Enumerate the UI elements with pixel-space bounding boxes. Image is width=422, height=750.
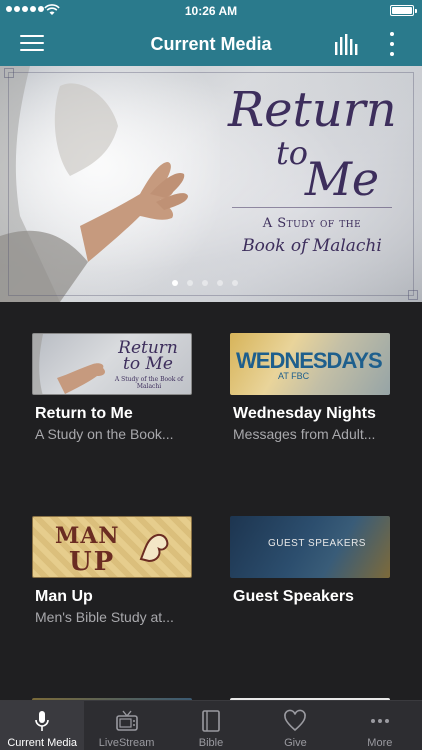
tab-label: Give xyxy=(284,737,307,749)
banner-title-line3: Me xyxy=(304,152,380,206)
nav-bar: Current Media xyxy=(0,22,422,66)
tab-give[interactable]: Give xyxy=(253,701,337,750)
thumb-title: GUEST SPEAKERS xyxy=(268,538,366,549)
banner-page-indicator[interactable] xyxy=(172,280,238,286)
thumb-subtitle: A Study of the Book of Malachi xyxy=(114,376,184,390)
tab-livestream[interactable]: LiveStream xyxy=(84,701,168,750)
clock: 10:26 AM xyxy=(184,4,238,18)
media-card-man-up[interactable]: MAN UP Man Up Men's Bible Study at... xyxy=(32,516,192,625)
tab-label: LiveStream xyxy=(98,737,155,749)
pager-dot[interactable] xyxy=(232,280,238,286)
tab-label: Bible xyxy=(198,737,224,749)
media-grid: Return to Me A Study of the Book of Malac… xyxy=(0,302,422,702)
flexed-arm-icon xyxy=(139,533,169,563)
tab-bible[interactable]: Bible xyxy=(169,701,253,750)
banner-subtitle-line2: Book of Malachi xyxy=(242,236,382,256)
featured-banner[interactable]: Return to Me A Study of the Book of Mala… xyxy=(0,66,422,302)
banner-divider xyxy=(232,207,392,208)
media-title: Wednesday Nights xyxy=(233,405,376,422)
media-title: Return to Me xyxy=(35,405,133,422)
tv-icon xyxy=(115,710,138,731)
pager-dot[interactable] xyxy=(202,280,208,286)
media-thumbnail: MAN UP xyxy=(32,516,192,578)
tab-label: More xyxy=(367,737,393,749)
banner-title-line1: Return xyxy=(228,82,397,138)
media-subtitle: A Study on the Book... xyxy=(35,426,174,442)
overflow-menu-icon[interactable] xyxy=(388,32,396,56)
media-subtitle: Men's Bible Study at... xyxy=(35,609,174,625)
microphone-icon xyxy=(35,711,50,731)
media-thumbnail: Return to Me A Study of the Book of Malac… xyxy=(32,333,192,395)
pager-dot[interactable] xyxy=(172,280,178,286)
media-card-return-to-me[interactable]: Return to Me A Study of the Book of Malac… xyxy=(32,333,192,442)
status-bar: 10:26 AM xyxy=(0,0,422,22)
heart-icon xyxy=(284,709,307,732)
thumb-subtitle: UP xyxy=(69,547,116,577)
battery-icon xyxy=(390,5,417,16)
media-card-wednesday-nights[interactable]: WEDNESDAYS AT FBC Wednesday Nights Messa… xyxy=(230,333,390,442)
thumb-subtitle: AT FBC xyxy=(278,371,310,381)
banner-subtitle-line1: A Study of the xyxy=(262,216,362,231)
audio-levels-icon[interactable] xyxy=(334,34,358,56)
media-subtitle: Messages from Adult... xyxy=(233,426,376,442)
app-screen: 10:26 AM Current Media Return to Me A St… xyxy=(0,0,422,750)
media-title: Man Up xyxy=(35,588,93,605)
tab-current-media[interactable]: Current Media xyxy=(0,701,85,750)
thumb-title: MAN xyxy=(55,523,120,549)
media-thumbnail: GUEST SPEAKERS xyxy=(230,516,390,578)
media-title: Guest Speakers xyxy=(233,588,354,605)
tab-bar: Current Media LiveStream Bible Give More xyxy=(0,700,422,750)
tab-label: Current Media xyxy=(7,737,78,749)
pager-dot[interactable] xyxy=(187,280,193,286)
pager-dot[interactable] xyxy=(217,280,223,286)
more-dots-icon xyxy=(370,719,389,723)
thumb-title: Return to Me xyxy=(118,338,178,374)
media-thumbnail: WEDNESDAYS AT FBC xyxy=(230,333,390,395)
page-title: Current Media xyxy=(150,34,272,54)
tab-more[interactable]: More xyxy=(338,701,422,750)
book-icon xyxy=(202,710,220,732)
media-card-guest-speakers[interactable]: GUEST SPEAKERS Guest Speakers xyxy=(230,516,390,609)
